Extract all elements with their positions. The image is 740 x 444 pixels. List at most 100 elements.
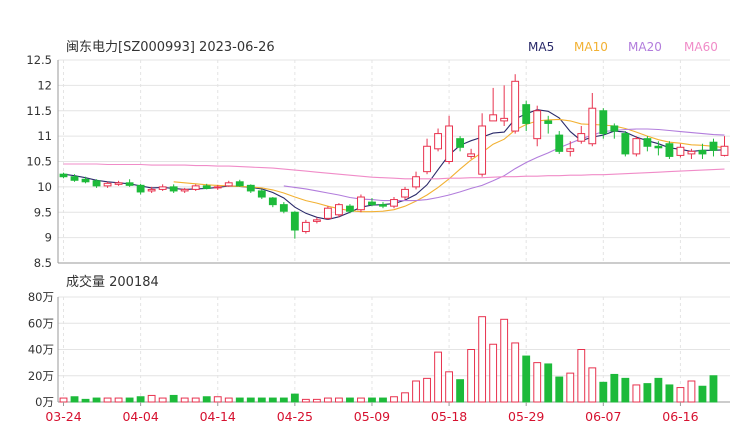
candle-body [114, 182, 123, 185]
candle [412, 171, 420, 190]
volume-bar [125, 397, 134, 403]
volume-bar [246, 397, 255, 403]
candle-body [301, 221, 310, 233]
candle [687, 148, 696, 159]
volume-bar [467, 349, 476, 403]
price-tick-label: 10.5 [26, 155, 52, 169]
stock-chart: 闽东电力[SZ000993] 2023-06-26 MA5 MA10 MA20 … [0, 0, 740, 440]
date-axis: 03-24 04-04 04-14 04-25 05-09 05-18 05-29 06-07… [45, 402, 699, 424]
candle-body [224, 182, 233, 187]
legend-ma10: MA10 [574, 40, 608, 54]
volume-bar [213, 396, 222, 403]
candle-body [720, 145, 729, 156]
volume-bar [346, 397, 354, 403]
price-tick-label: 12 [37, 78, 52, 92]
candle [301, 219, 310, 234]
candle [335, 203, 343, 218]
volume-bar [268, 397, 277, 403]
volume-tick-label: 60万 [28, 316, 54, 330]
volume-bar [323, 397, 332, 403]
volume-bar [577, 349, 586, 403]
candle [59, 172, 68, 179]
date-tick-label: 04-14 [200, 409, 236, 424]
volume-bar [180, 397, 189, 403]
volume-bar [390, 396, 398, 403]
candle-body [346, 205, 354, 212]
candle-body [180, 188, 189, 192]
volume-bar [81, 398, 90, 403]
date-tick-label: 06-16 [662, 409, 698, 424]
volume-bar [114, 397, 123, 403]
price-grid [58, 59, 730, 264]
volume-bar [202, 396, 211, 403]
candle-body [643, 138, 652, 147]
volume-bar [456, 379, 465, 403]
candle [588, 92, 597, 147]
candle-body [445, 125, 453, 162]
volume-bar [147, 394, 156, 403]
volume-tick-label: 0万 [35, 395, 54, 409]
candle-body [434, 133, 442, 150]
candle-body [566, 148, 575, 152]
candle-body [70, 176, 79, 181]
candle [379, 202, 387, 209]
date-tick-label: 03-24 [45, 409, 81, 424]
candle [511, 74, 520, 134]
candle [246, 184, 255, 193]
candle [489, 87, 498, 122]
candle-body [368, 201, 376, 206]
candle-body [698, 149, 707, 155]
volume-bar [103, 397, 112, 403]
candle-body [390, 199, 398, 207]
candle [125, 179, 134, 187]
candle-body [621, 133, 630, 155]
volume-bar [335, 397, 343, 403]
candles [59, 74, 729, 239]
date-tick-label: 06-07 [585, 409, 621, 424]
date-tick-label: 05-29 [508, 409, 544, 424]
candle [555, 131, 564, 154]
volume-bar [158, 397, 167, 403]
volume-bar [533, 362, 542, 403]
volume-bar [610, 373, 619, 403]
volume-bar [434, 351, 442, 403]
candle-body [379, 204, 387, 207]
volume-bar [555, 376, 564, 403]
candle [500, 85, 509, 126]
candle-body [709, 141, 718, 151]
volume-bar [59, 397, 68, 403]
candle-body [191, 185, 200, 190]
price-tick-label: 11 [37, 129, 52, 143]
candle [709, 138, 718, 157]
candle-body [522, 104, 531, 124]
candle [676, 143, 685, 158]
candle-body [599, 110, 608, 135]
volume-bar [445, 371, 453, 403]
volume-bar [566, 372, 575, 403]
volume-bar [599, 381, 608, 403]
candle [621, 131, 630, 157]
ma-line-ma60 [63, 163, 725, 180]
candle-body [246, 184, 255, 192]
volume-bar [357, 397, 365, 403]
candle-body [213, 186, 222, 189]
volume-bar [379, 397, 387, 403]
candle [522, 100, 531, 132]
candle-body [588, 107, 597, 145]
candle-body [687, 150, 696, 155]
candle-body [59, 173, 68, 178]
volume-bar [290, 393, 299, 403]
price-tick-label: 11.5 [26, 104, 52, 118]
candle-body [257, 190, 266, 198]
candle [566, 141, 575, 157]
volume-tick-label: 20万 [28, 369, 54, 383]
date-tick-label: 04-25 [277, 409, 313, 424]
candle-body [125, 182, 134, 186]
candle [390, 197, 398, 209]
volume-bar [169, 394, 178, 403]
volume-bar [643, 383, 652, 403]
volume-bar [312, 398, 321, 403]
volume-bar [401, 392, 409, 403]
candle-body [323, 207, 332, 219]
candle-body [290, 211, 299, 231]
